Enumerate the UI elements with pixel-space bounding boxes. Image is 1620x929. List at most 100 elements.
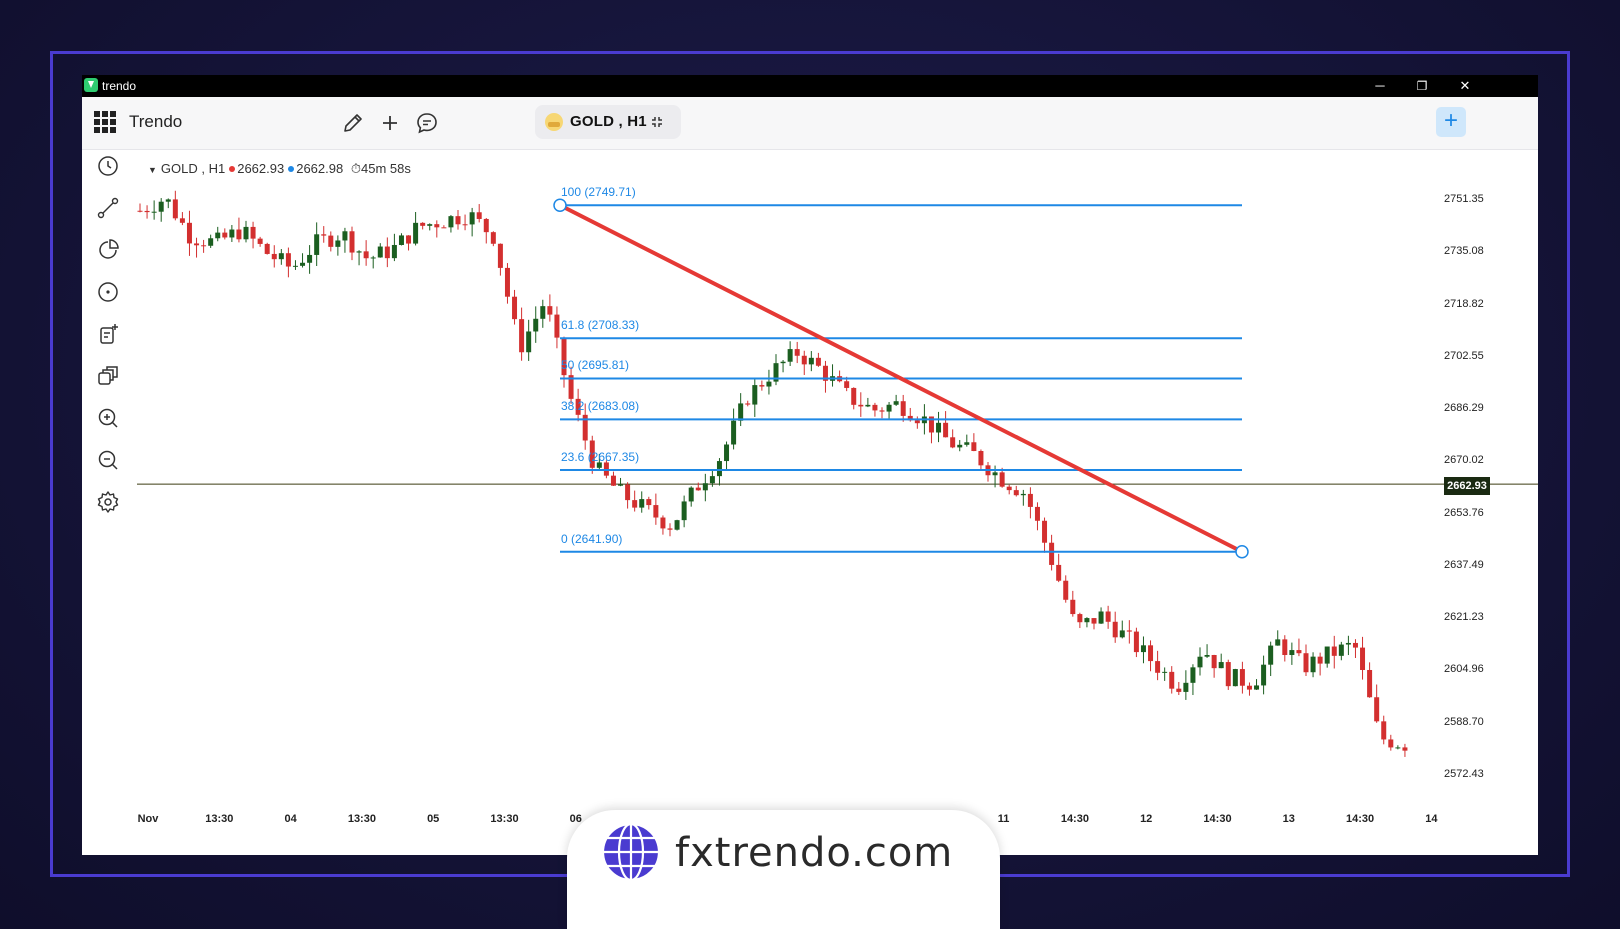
candle-body — [1020, 493, 1026, 496]
candle-body — [738, 403, 744, 421]
price-tick-label: 2572.43 — [1444, 768, 1484, 780]
candle-body — [172, 199, 178, 219]
time-tick-label: 13:30 — [347, 813, 376, 825]
candle-body — [646, 499, 652, 506]
candle-body — [420, 222, 426, 226]
candle-body — [1126, 630, 1132, 632]
legend-collapse-icon[interactable]: ▼ — [148, 165, 157, 175]
candle-body — [653, 505, 659, 518]
candle-body — [391, 244, 397, 259]
candle-body — [250, 226, 256, 239]
candle-body — [455, 216, 461, 225]
candle-body — [1140, 645, 1146, 653]
candle-body — [441, 227, 447, 229]
bid-dot-icon — [229, 166, 236, 172]
candle-body — [547, 306, 553, 315]
candle-body — [667, 528, 673, 530]
ask-dot-icon — [288, 166, 295, 172]
candle-body — [1331, 646, 1337, 656]
price-tick-label: 2735.08 — [1444, 245, 1484, 258]
trendline-end-handle — [1235, 544, 1249, 559]
time-tick-label: 13:30 — [205, 813, 234, 825]
candle-body — [1112, 621, 1118, 638]
candle-body — [1232, 669, 1238, 687]
legend-ask: 2662.98 — [296, 161, 344, 176]
price-tick-label: 2686.29 — [1444, 402, 1484, 415]
candle-body — [1395, 747, 1401, 749]
price-chart[interactable]: ▼ GOLD , H1 2662.93 2662.98 ⏱45m 58s 2751.3… — [82, 75, 1538, 855]
candle-body — [335, 240, 341, 247]
candle-body — [264, 243, 270, 254]
price-tick-label: 2653.76 — [1444, 506, 1484, 519]
chart-legend: ▼ GOLD , H1 2662.93 2662.98 ⏱45m 58s — [148, 161, 411, 177]
candle-body — [639, 499, 645, 508]
candle-body — [1091, 618, 1097, 624]
candle-body — [285, 253, 291, 267]
timer-icon: ⏱ — [350, 161, 361, 176]
candle-body — [1063, 580, 1069, 600]
candle-body — [1402, 747, 1408, 751]
candle-body — [1049, 542, 1055, 565]
candle-body — [292, 265, 298, 267]
candle-body — [1268, 645, 1274, 665]
candle-body — [865, 404, 871, 407]
candle-body — [257, 238, 263, 244]
candle-body — [201, 245, 207, 247]
candle-body — [808, 357, 814, 365]
candle-body — [1317, 656, 1323, 664]
candle-body — [618, 484, 624, 486]
candle-body — [278, 253, 284, 260]
candle-body — [674, 520, 680, 530]
candle-body — [427, 224, 433, 226]
candle-body — [533, 318, 539, 332]
candle-body — [886, 404, 892, 412]
candle-body — [328, 235, 334, 247]
candle-body — [858, 404, 864, 407]
fib-level-label: 0 (2641.90) — [561, 531, 623, 546]
candle-body — [1324, 646, 1330, 664]
fib-level-label: 38.2 (2683.08) — [561, 399, 640, 414]
candle-body — [1056, 564, 1062, 581]
candle-body — [526, 331, 532, 353]
candle-body — [1169, 671, 1175, 689]
candle-body — [384, 246, 390, 259]
legend-bid: 2662.93 — [237, 161, 285, 176]
candle-body — [964, 442, 970, 445]
candle-body — [1162, 671, 1168, 673]
candle-body — [377, 246, 383, 258]
candle-body — [794, 349, 800, 356]
candle-body — [208, 238, 214, 246]
time-tick-label: 13 — [1282, 813, 1295, 825]
legend-symbol: GOLD , H1 — [160, 161, 226, 176]
time-tick-label: Nov — [137, 813, 159, 825]
candle-body — [893, 401, 899, 405]
candle-body — [1133, 631, 1139, 653]
candle-body — [978, 451, 984, 466]
candle-body — [363, 251, 369, 259]
candle-body — [413, 222, 419, 244]
time-tick-label: 14:30 — [1060, 813, 1089, 825]
candle-body — [356, 251, 362, 253]
candle-body — [1352, 642, 1358, 648]
candle-body — [349, 231, 355, 253]
candle-body — [370, 257, 376, 259]
candle-body — [936, 422, 942, 433]
candle-body — [879, 410, 885, 412]
candle-body — [688, 487, 694, 502]
candle-body — [695, 487, 701, 491]
candle-body — [610, 475, 616, 486]
candle-body — [1367, 669, 1373, 698]
candle-body — [1246, 685, 1252, 690]
candle-body — [971, 442, 977, 452]
chart-canvas[interactable] — [82, 75, 1538, 855]
candle-body — [215, 232, 221, 239]
candle-body — [194, 243, 200, 246]
candle-body — [1006, 486, 1012, 491]
candle-body — [1070, 599, 1076, 615]
time-tick-label: 14:30 — [1346, 813, 1375, 825]
candle-body — [999, 472, 1005, 487]
time-tick-label: 14:30 — [1203, 813, 1232, 825]
candle-body — [236, 229, 242, 240]
candle-body — [483, 218, 489, 233]
fib-level-label: 23.6 (2667.35) — [561, 449, 640, 464]
